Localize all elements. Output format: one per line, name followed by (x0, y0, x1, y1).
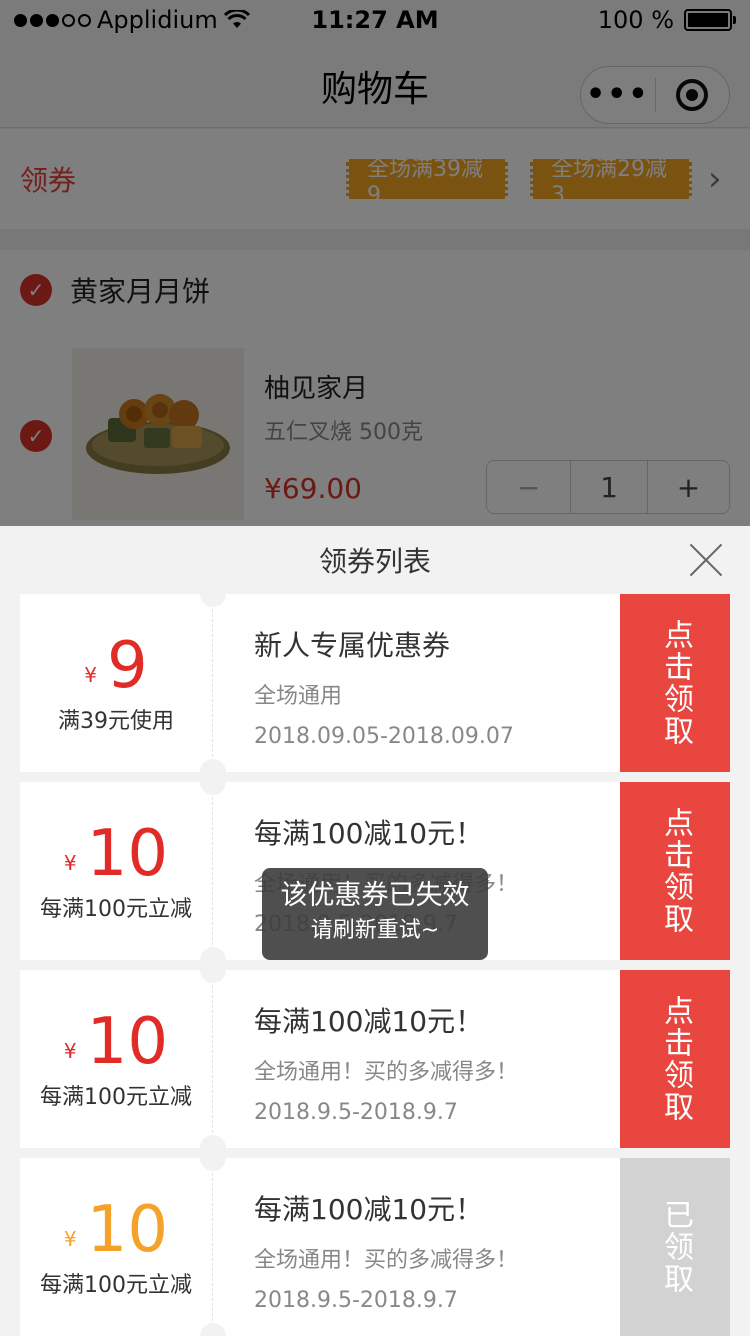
toast-line1: 该优惠券已失效 (280, 880, 470, 911)
coupon-value: ¥ 10 每满100元立减 (20, 970, 212, 1148)
currency-symbol: ¥ (63, 1227, 77, 1251)
coupon-name: 新人专属优惠券 (254, 629, 451, 662)
coupon-condition: 每满100元立减 (40, 1085, 192, 1110)
claim-coupon-button[interactable]: 点击领取 (620, 594, 730, 772)
currency-symbol: ¥ (63, 851, 77, 875)
coupon-amount: 9 (107, 629, 148, 703)
coupon-date: 2018.09.05-2018.09.07 (254, 724, 514, 749)
currency-symbol: ¥ (84, 663, 97, 687)
coupon-desc: 全场通用！买的多减得多！ (254, 1248, 519, 1273)
coupon-info: 每满100减10元！ 全场通用！买的多减得多！ 2018.9.5-2018.9.… (214, 1158, 620, 1336)
coupon-amount-row: ¥ 10 (64, 1007, 168, 1077)
coupon-amount: 10 (86, 1005, 169, 1079)
coupon-value: ¥ 9 满39元使用 (20, 594, 212, 772)
toast-message: 该优惠券已失效 请刷新重试~ (262, 868, 488, 960)
coupon-date: 2018.9.5-2018.9.7 (254, 1100, 458, 1125)
coupon-divider (200, 1145, 226, 1336)
claimed-coupon-button: 已领取 (620, 1158, 730, 1336)
coupon-desc: 全场通用！买的多减得多！ (254, 1060, 519, 1085)
coupon-condition: 满39元使用 (58, 709, 174, 734)
toast-line2: 请刷新重试~ (310, 918, 440, 943)
coupon-info: 每满100减10元！ 全场通用！买的多减得多！ 2018.9.5-2018.9.… (214, 970, 620, 1148)
coupon-info: 新人专属优惠券 全场通用 2018.09.05-2018.09.07 (214, 594, 620, 772)
close-icon[interactable] (688, 542, 724, 578)
coupon-card: ¥ 10 每满100元立减 每满100减10元！ 全场通用！买的多减得多！ 20… (20, 1145, 730, 1336)
coupon-divider (200, 957, 226, 1161)
coupon-amount: 10 (86, 1193, 169, 1267)
sheet-title: 领券列表 (318, 545, 431, 578)
modal-overlay[interactable] (0, 0, 750, 526)
coupon-amount: 10 (86, 817, 169, 891)
coupon-amount-row: ¥ 9 (84, 631, 147, 701)
coupon-card: ¥ 9 满39元使用 新人专属优惠券 全场通用 2018.09.05-2018.… (20, 581, 730, 785)
coupon-desc: 全场通用 (254, 684, 343, 709)
coupon-amount-row: ¥ 10 (64, 1195, 168, 1265)
claim-coupon-button[interactable]: 点击领取 (620, 782, 730, 960)
coupon-card: ¥ 10 每满100元立减 每满100减10元！ 全场通用！买的多减得多！ 20… (20, 957, 730, 1161)
currency-symbol: ¥ (63, 1039, 77, 1063)
coupon-amount-row: ¥ 10 (64, 819, 168, 889)
coupon-name: 每满100减10元！ (254, 1193, 484, 1226)
coupon-date: 2018.9.5-2018.9.7 (254, 1288, 458, 1313)
coupon-divider (200, 769, 226, 973)
coupon-divider (200, 581, 226, 785)
coupon-name: 每满100减10元！ (254, 817, 484, 850)
claim-coupon-button[interactable]: 点击领取 (620, 970, 730, 1148)
coupon-condition: 每满100元立减 (40, 1273, 192, 1298)
coupon-condition: 每满100元立减 (40, 897, 192, 922)
coupon-name: 每满100减10元！ (254, 1005, 484, 1038)
coupon-value: ¥ 10 每满100元立减 (20, 782, 212, 960)
coupon-value: ¥ 10 每满100元立减 (20, 1158, 212, 1336)
